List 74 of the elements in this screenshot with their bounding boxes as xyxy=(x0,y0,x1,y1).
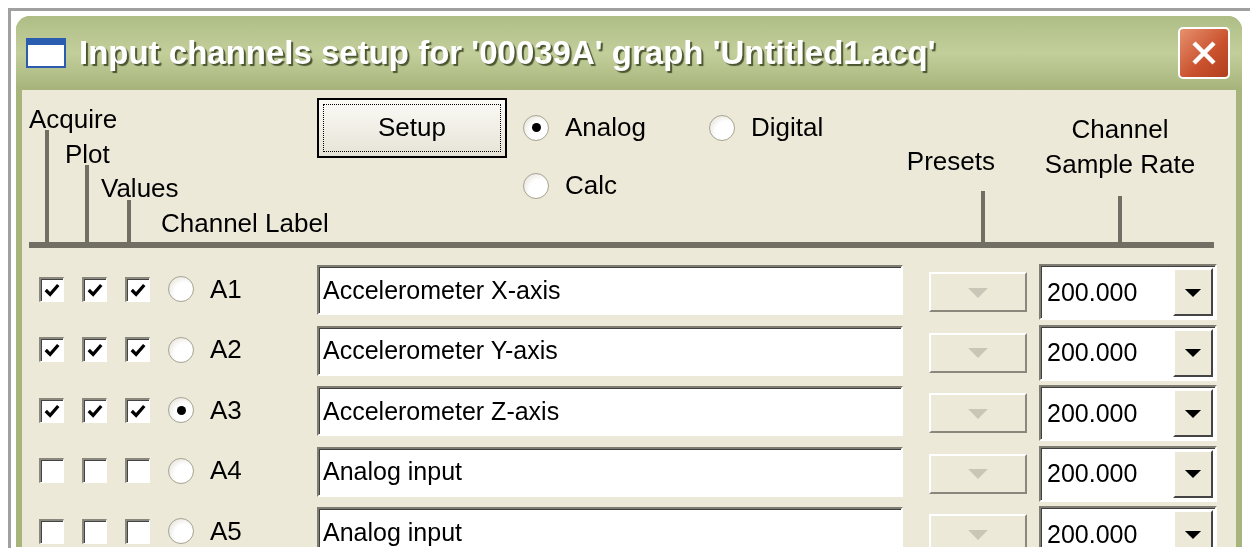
caret-icon xyxy=(967,468,989,480)
radio-button[interactable] xyxy=(709,114,735,141)
checkbox[interactable] xyxy=(125,337,150,363)
radio-button[interactable] xyxy=(168,336,194,363)
dropdown-button[interactable] xyxy=(1173,510,1213,547)
sample-rate-dropdown[interactable]: 200.000 xyxy=(1039,385,1217,442)
checkbox[interactable] xyxy=(125,458,150,484)
dropdown-button[interactable] xyxy=(1173,268,1213,317)
checkbox[interactable] xyxy=(39,458,64,484)
radio-button[interactable] xyxy=(168,276,194,303)
sample-rate-value: 200.000 xyxy=(1046,338,1139,368)
setup-button[interactable]: Setup xyxy=(317,98,507,158)
caret-icon xyxy=(1184,348,1202,358)
checkbox[interactable] xyxy=(82,397,107,423)
channel-name: A3 xyxy=(210,394,243,426)
radio-option[interactable]: Analog xyxy=(523,112,646,143)
checkbox[interactable] xyxy=(39,518,64,544)
dropdown-button[interactable] xyxy=(1173,389,1213,438)
caret-icon xyxy=(1184,287,1202,297)
checkbox[interactable] xyxy=(125,276,150,302)
checkbox[interactable] xyxy=(82,518,107,544)
caret-icon xyxy=(1184,408,1202,418)
sample-rate-value: 200.000 xyxy=(1046,519,1139,547)
dropdown-button[interactable] xyxy=(1173,328,1213,377)
radio-option[interactable]: Calc xyxy=(523,170,617,201)
column-header: Presets xyxy=(906,146,995,177)
radio-label: Calc xyxy=(565,170,617,201)
checkbox[interactable] xyxy=(39,337,64,363)
radio-button[interactable] xyxy=(523,172,549,199)
sample-rate-dropdown[interactable]: 200.000 xyxy=(1039,445,1217,502)
sample-rate-value: 200.000 xyxy=(1046,277,1139,307)
radio-label: Digital xyxy=(751,112,824,143)
caret-icon xyxy=(967,286,989,298)
channel-name: A2 xyxy=(210,334,243,366)
label-field[interactable]: Analog input xyxy=(317,446,903,497)
radio-button[interactable] xyxy=(168,457,194,484)
caret-icon xyxy=(967,347,989,359)
label-field[interactable]: Accelerometer Y-axis xyxy=(317,325,903,376)
radio-option[interactable]: Digital xyxy=(709,112,824,143)
radio-button[interactable] xyxy=(168,397,194,424)
sample-rate-dropdown[interactable]: 200.000 xyxy=(1039,506,1217,547)
caret-icon xyxy=(967,407,989,419)
checkbox[interactable] xyxy=(39,276,64,302)
label-field[interactable]: Accelerometer X-axis xyxy=(317,265,903,316)
checkbox[interactable] xyxy=(125,397,150,423)
column-header: Channel Sample Rate xyxy=(1043,113,1197,181)
channel-name: A5 xyxy=(210,515,243,547)
sample-rate-value: 200.000 xyxy=(1046,459,1139,489)
radio-button[interactable] xyxy=(523,114,549,141)
caret-icon xyxy=(1184,529,1202,539)
column-header: Plot xyxy=(65,138,110,171)
column-header: Values xyxy=(101,173,179,205)
radio-button[interactable] xyxy=(168,518,194,545)
column-header: Acquire xyxy=(29,104,118,136)
caret-icon xyxy=(1184,469,1202,479)
channel-name: A1 xyxy=(210,273,243,305)
checkbox[interactable] xyxy=(82,276,107,302)
dropdown-button[interactable] xyxy=(1173,449,1213,498)
radio-label: Analog xyxy=(565,112,646,143)
checkbox[interactable] xyxy=(125,518,150,544)
caret-icon xyxy=(967,528,989,540)
window-title: Input channels setup for '00039A' graph 'Untitled1.acq' xyxy=(79,34,937,72)
column-header: Channel Label xyxy=(161,207,329,240)
sample-rate-value: 200.000 xyxy=(1046,398,1139,428)
sample-rate-dropdown[interactable]: 200.000 xyxy=(1039,324,1217,381)
checkbox[interactable] xyxy=(39,397,64,423)
label-field[interactable]: Accelerometer Z-axis xyxy=(317,386,903,437)
label-field[interactable]: Analog input xyxy=(317,507,903,547)
window-icon xyxy=(26,38,66,68)
close-button[interactable] xyxy=(1178,27,1230,79)
sample-rate-dropdown[interactable]: 200.000 xyxy=(1039,264,1217,321)
checkbox[interactable] xyxy=(82,337,107,363)
checkbox[interactable] xyxy=(82,458,107,484)
channel-name: A4 xyxy=(210,455,243,487)
